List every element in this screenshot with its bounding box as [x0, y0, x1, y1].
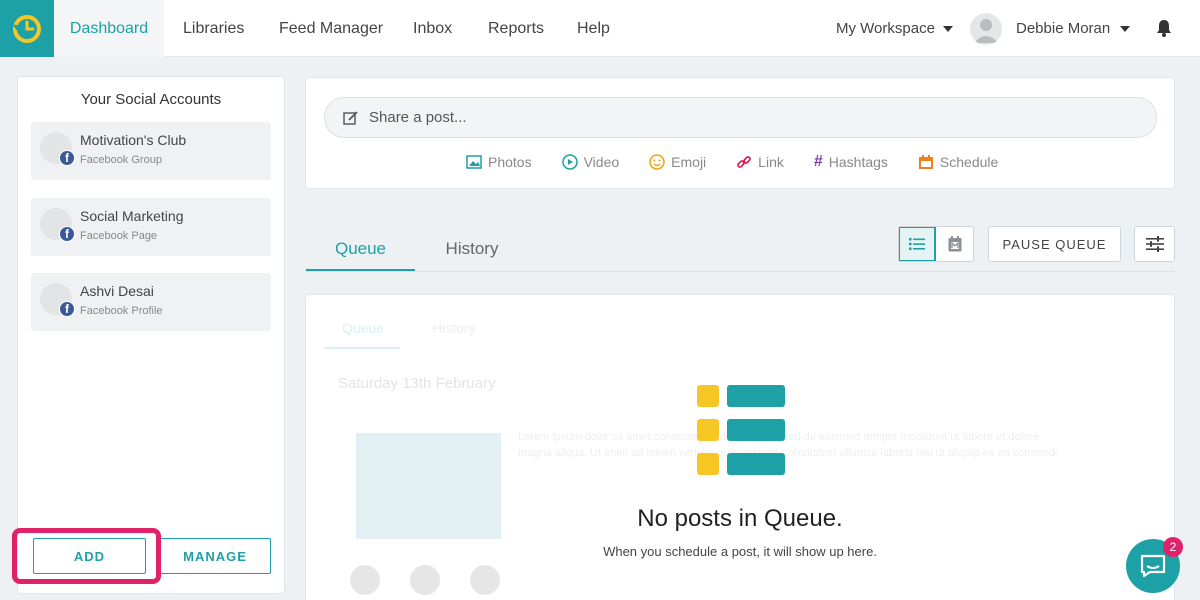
queue-panel: Queue History Saturday 13th February Lor…	[305, 294, 1175, 600]
pause-queue-button[interactable]: PAUSE QUEUE	[988, 226, 1121, 262]
ghost-line-2: magna aliqua. Ut enim ad minim veniam qu…	[518, 447, 1058, 459]
account-card[interactable]: f Motivation's Club Facebook Group	[31, 122, 271, 180]
video-icon	[561, 154, 578, 170]
emoji-label: Emoji	[671, 154, 707, 170]
ghost-tab-history: History	[432, 320, 476, 336]
ghost-avatar	[410, 565, 440, 595]
calendar-view-button[interactable]	[936, 227, 973, 261]
active-tab-indicator	[306, 269, 415, 271]
top-navigation: Dashboard Libraries Feed Manager Inbox R…	[0, 0, 1200, 57]
add-button-highlight	[12, 528, 161, 584]
chat-icon	[1140, 554, 1166, 578]
video-button[interactable]: Video	[561, 153, 620, 171]
account-type: Facebook Group	[80, 154, 162, 166]
nav-dashboard[interactable]: Dashboard	[54, 0, 164, 57]
hashtags-label: Hashtags	[828, 154, 888, 170]
ghost-line-1: Lorem ipsum dolor sit amet consectetur a…	[518, 431, 1039, 443]
facebook-icon: f	[59, 226, 75, 242]
facebook-icon: f	[59, 150, 75, 166]
list-icon	[909, 238, 925, 250]
calendar-icon	[948, 236, 961, 252]
post-composer: Share a post... Photos Video Emoji Link …	[305, 77, 1175, 189]
nav-inbox[interactable]: Inbox	[413, 0, 452, 57]
account-card[interactable]: f Ashvi Desai Facebook Profile	[31, 273, 271, 331]
account-name: Social Marketing	[80, 208, 184, 224]
user-menu[interactable]: Debbie Moran	[1016, 0, 1131, 57]
ghost-tab-queue: Queue	[342, 320, 385, 336]
photo-icon	[466, 155, 482, 169]
list-view-button[interactable]	[899, 227, 937, 261]
bell-icon[interactable]	[1154, 18, 1174, 38]
facebook-icon: f	[59, 301, 75, 317]
share-placeholder: Share a post...	[369, 109, 467, 126]
emoji-icon	[649, 154, 665, 170]
photos-button[interactable]: Photos	[466, 153, 532, 171]
manage-accounts-button[interactable]: MANAGE	[159, 538, 271, 574]
avatar[interactable]	[970, 13, 1002, 45]
photos-label: Photos	[488, 154, 532, 170]
hashtags-button[interactable]: # Hashtags	[814, 153, 888, 171]
link-icon	[737, 156, 752, 168]
tab-queue[interactable]: Queue	[306, 226, 415, 272]
empty-subtitle: When you schedule a post, it will show u…	[603, 544, 877, 559]
sliders-icon	[1145, 236, 1164, 252]
nav-help[interactable]: Help	[577, 0, 610, 57]
view-toggle	[898, 226, 974, 262]
schedule-label: Schedule	[939, 154, 999, 170]
social-accounts-panel: Your Social Accounts f Motivation's Club…	[17, 76, 285, 594]
chevron-down-icon	[942, 25, 953, 32]
sidebar-title: Your Social Accounts	[80, 91, 222, 108]
account-card[interactable]: f Social Marketing Facebook Page	[31, 198, 271, 256]
clock-logo-icon	[13, 14, 41, 43]
account-type: Facebook Profile	[80, 305, 163, 317]
schedule-button[interactable]: Schedule	[918, 153, 998, 171]
hashtag-icon: #	[813, 153, 823, 170]
account-type: Facebook Page	[80, 230, 158, 242]
tabs-divider	[306, 271, 1175, 272]
link-button[interactable]: Link	[736, 153, 784, 171]
ghost-tab-indicator	[324, 347, 400, 349]
filter-button[interactable]	[1134, 226, 1175, 262]
account-name: Ashvi Desai	[80, 283, 154, 299]
ghost-date: Saturday 13th February	[338, 375, 496, 392]
empty-queue-icon	[697, 385, 785, 475]
user-name: Debbie Moran	[1016, 20, 1111, 37]
empty-title: No posts in Queue.	[637, 505, 843, 532]
user-avatar-icon	[974, 19, 998, 43]
chevron-down-icon	[1120, 25, 1131, 32]
nav-feed-manager[interactable]: Feed Manager	[279, 0, 383, 57]
account-name: Motivation's Club	[80, 132, 187, 148]
app-logo[interactable]	[0, 0, 54, 57]
video-label: Video	[583, 154, 620, 170]
emoji-button[interactable]: Emoji	[649, 153, 706, 171]
nav-reports[interactable]: Reports	[488, 0, 544, 57]
edit-icon	[343, 110, 358, 125]
notification-badge: 2	[1163, 537, 1183, 557]
ghost-avatar	[350, 565, 380, 595]
workspace-label: My Workspace	[836, 20, 935, 37]
nav-libraries[interactable]: Libraries	[183, 0, 244, 57]
workspace-selector[interactable]: My Workspace	[836, 0, 953, 57]
link-label: Link	[758, 154, 784, 170]
share-post-input[interactable]: Share a post...	[324, 97, 1157, 138]
tab-history[interactable]: History	[425, 226, 519, 272]
composer-tools: Photos Video Emoji Link # Hashtags Sched…	[466, 153, 998, 171]
calendar-icon	[918, 155, 933, 169]
ghost-avatar	[470, 565, 500, 595]
